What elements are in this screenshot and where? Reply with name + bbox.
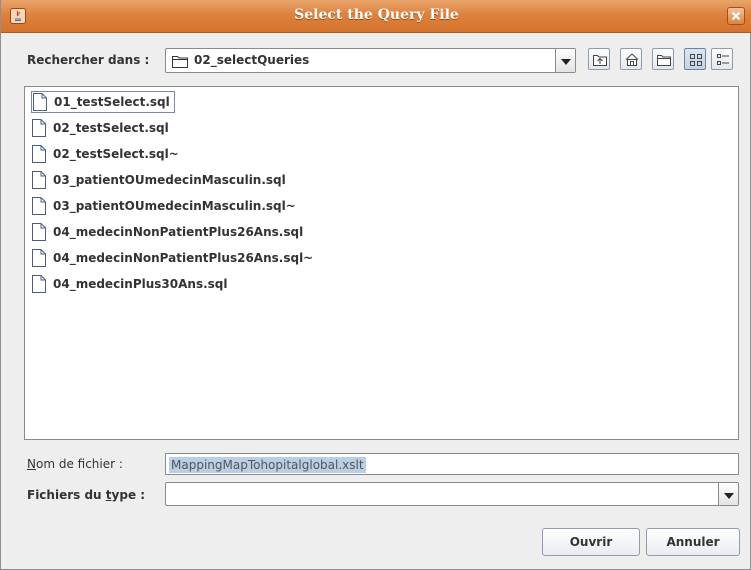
up-folder-icon xyxy=(593,55,607,66)
list-item[interactable]: 01_testSelect.sql xyxy=(31,91,175,113)
filetype-combo[interactable] xyxy=(165,482,739,506)
file-name: 03_patientOUmedecinMasculin.sql xyxy=(53,173,286,187)
open-button[interactable]: Ouvrir xyxy=(542,528,640,556)
list-item[interactable]: 03_patientOUmedecinMasculin.sql xyxy=(31,169,290,191)
list-view-button[interactable] xyxy=(684,48,706,70)
new-folder-icon xyxy=(657,55,671,66)
list-item[interactable]: 02_testSelect.sql xyxy=(31,117,173,139)
details-view-icon xyxy=(717,54,729,65)
file-name: 02_testSelect.sql xyxy=(53,121,169,135)
file-name: 04_medecinNonPatientPlus26Ans.sql xyxy=(53,225,304,239)
file-chooser-dialog: Select the Query File Rechercher dans : … xyxy=(0,0,751,570)
file-icon xyxy=(32,119,46,137)
new-folder-button[interactable] xyxy=(652,48,674,70)
close-button[interactable] xyxy=(727,7,745,25)
list-view-icon xyxy=(690,54,702,66)
filetype-dropdown-arrow[interactable] xyxy=(718,483,738,505)
filename-label-text: om de fichier : xyxy=(35,457,123,471)
up-folder-button[interactable] xyxy=(588,48,610,70)
file-list[interactable]: 01_testSelect.sql 02_testSelect.sql 02_t… xyxy=(24,86,739,440)
file-icon xyxy=(32,171,46,189)
look-in-combo[interactable]: 02_selectQueries xyxy=(165,48,576,73)
folder-icon xyxy=(172,56,188,68)
look-in-dropdown-arrow[interactable] xyxy=(555,49,575,72)
home-icon xyxy=(625,53,639,66)
filetype-label-text: Fichiers du xyxy=(27,488,106,502)
filename-label: Nom de fichier : xyxy=(27,457,123,471)
file-name: 01_testSelect.sql xyxy=(54,95,170,109)
file-name: 02_testSelect.sql~ xyxy=(53,147,179,161)
list-item[interactable]: 04_medecinNonPatientPlus26Ans.sql xyxy=(31,221,307,243)
cancel-button[interactable]: Annuler xyxy=(646,528,740,556)
home-button[interactable] xyxy=(620,48,642,70)
filename-label-mnemonic: N xyxy=(27,457,36,471)
window-title: Select the Query File xyxy=(294,7,459,23)
list-item[interactable]: 03_patientOUmedecinMasculin.sql~ xyxy=(31,195,300,217)
list-item[interactable]: 04_medecinPlus30Ans.sql xyxy=(31,273,232,295)
file-icon xyxy=(33,93,47,111)
file-name: 04_medecinNonPatientPlus26Ans.sql~ xyxy=(53,251,314,265)
file-icon xyxy=(32,275,46,293)
filename-value[interactable]: MappingMapTohopitalglobal.xslt xyxy=(169,457,366,473)
filename-field[interactable]: MappingMapTohopitalglobal.xslt xyxy=(165,453,739,475)
file-icon xyxy=(32,249,46,267)
file-icon xyxy=(32,223,46,241)
filetype-label-text-end: ype : xyxy=(111,488,146,502)
details-view-button[interactable] xyxy=(711,48,733,70)
file-name: 04_medecinPlus30Ans.sql xyxy=(53,277,228,291)
filetype-label: Fichiers du type : xyxy=(27,488,145,502)
look-in-value: 02_selectQueries xyxy=(194,53,310,67)
list-item[interactable]: 04_medecinNonPatientPlus26Ans.sql~ xyxy=(31,247,317,269)
look-in-label: Rechercher dans : xyxy=(27,53,150,67)
file-icon xyxy=(32,197,46,215)
file-name: 03_patientOUmedecinMasculin.sql~ xyxy=(53,199,296,213)
list-item[interactable]: 02_testSelect.sql~ xyxy=(31,143,183,165)
file-icon xyxy=(32,145,46,163)
title-bar[interactable]: Select the Query File xyxy=(1,0,751,33)
close-icon xyxy=(731,11,741,21)
